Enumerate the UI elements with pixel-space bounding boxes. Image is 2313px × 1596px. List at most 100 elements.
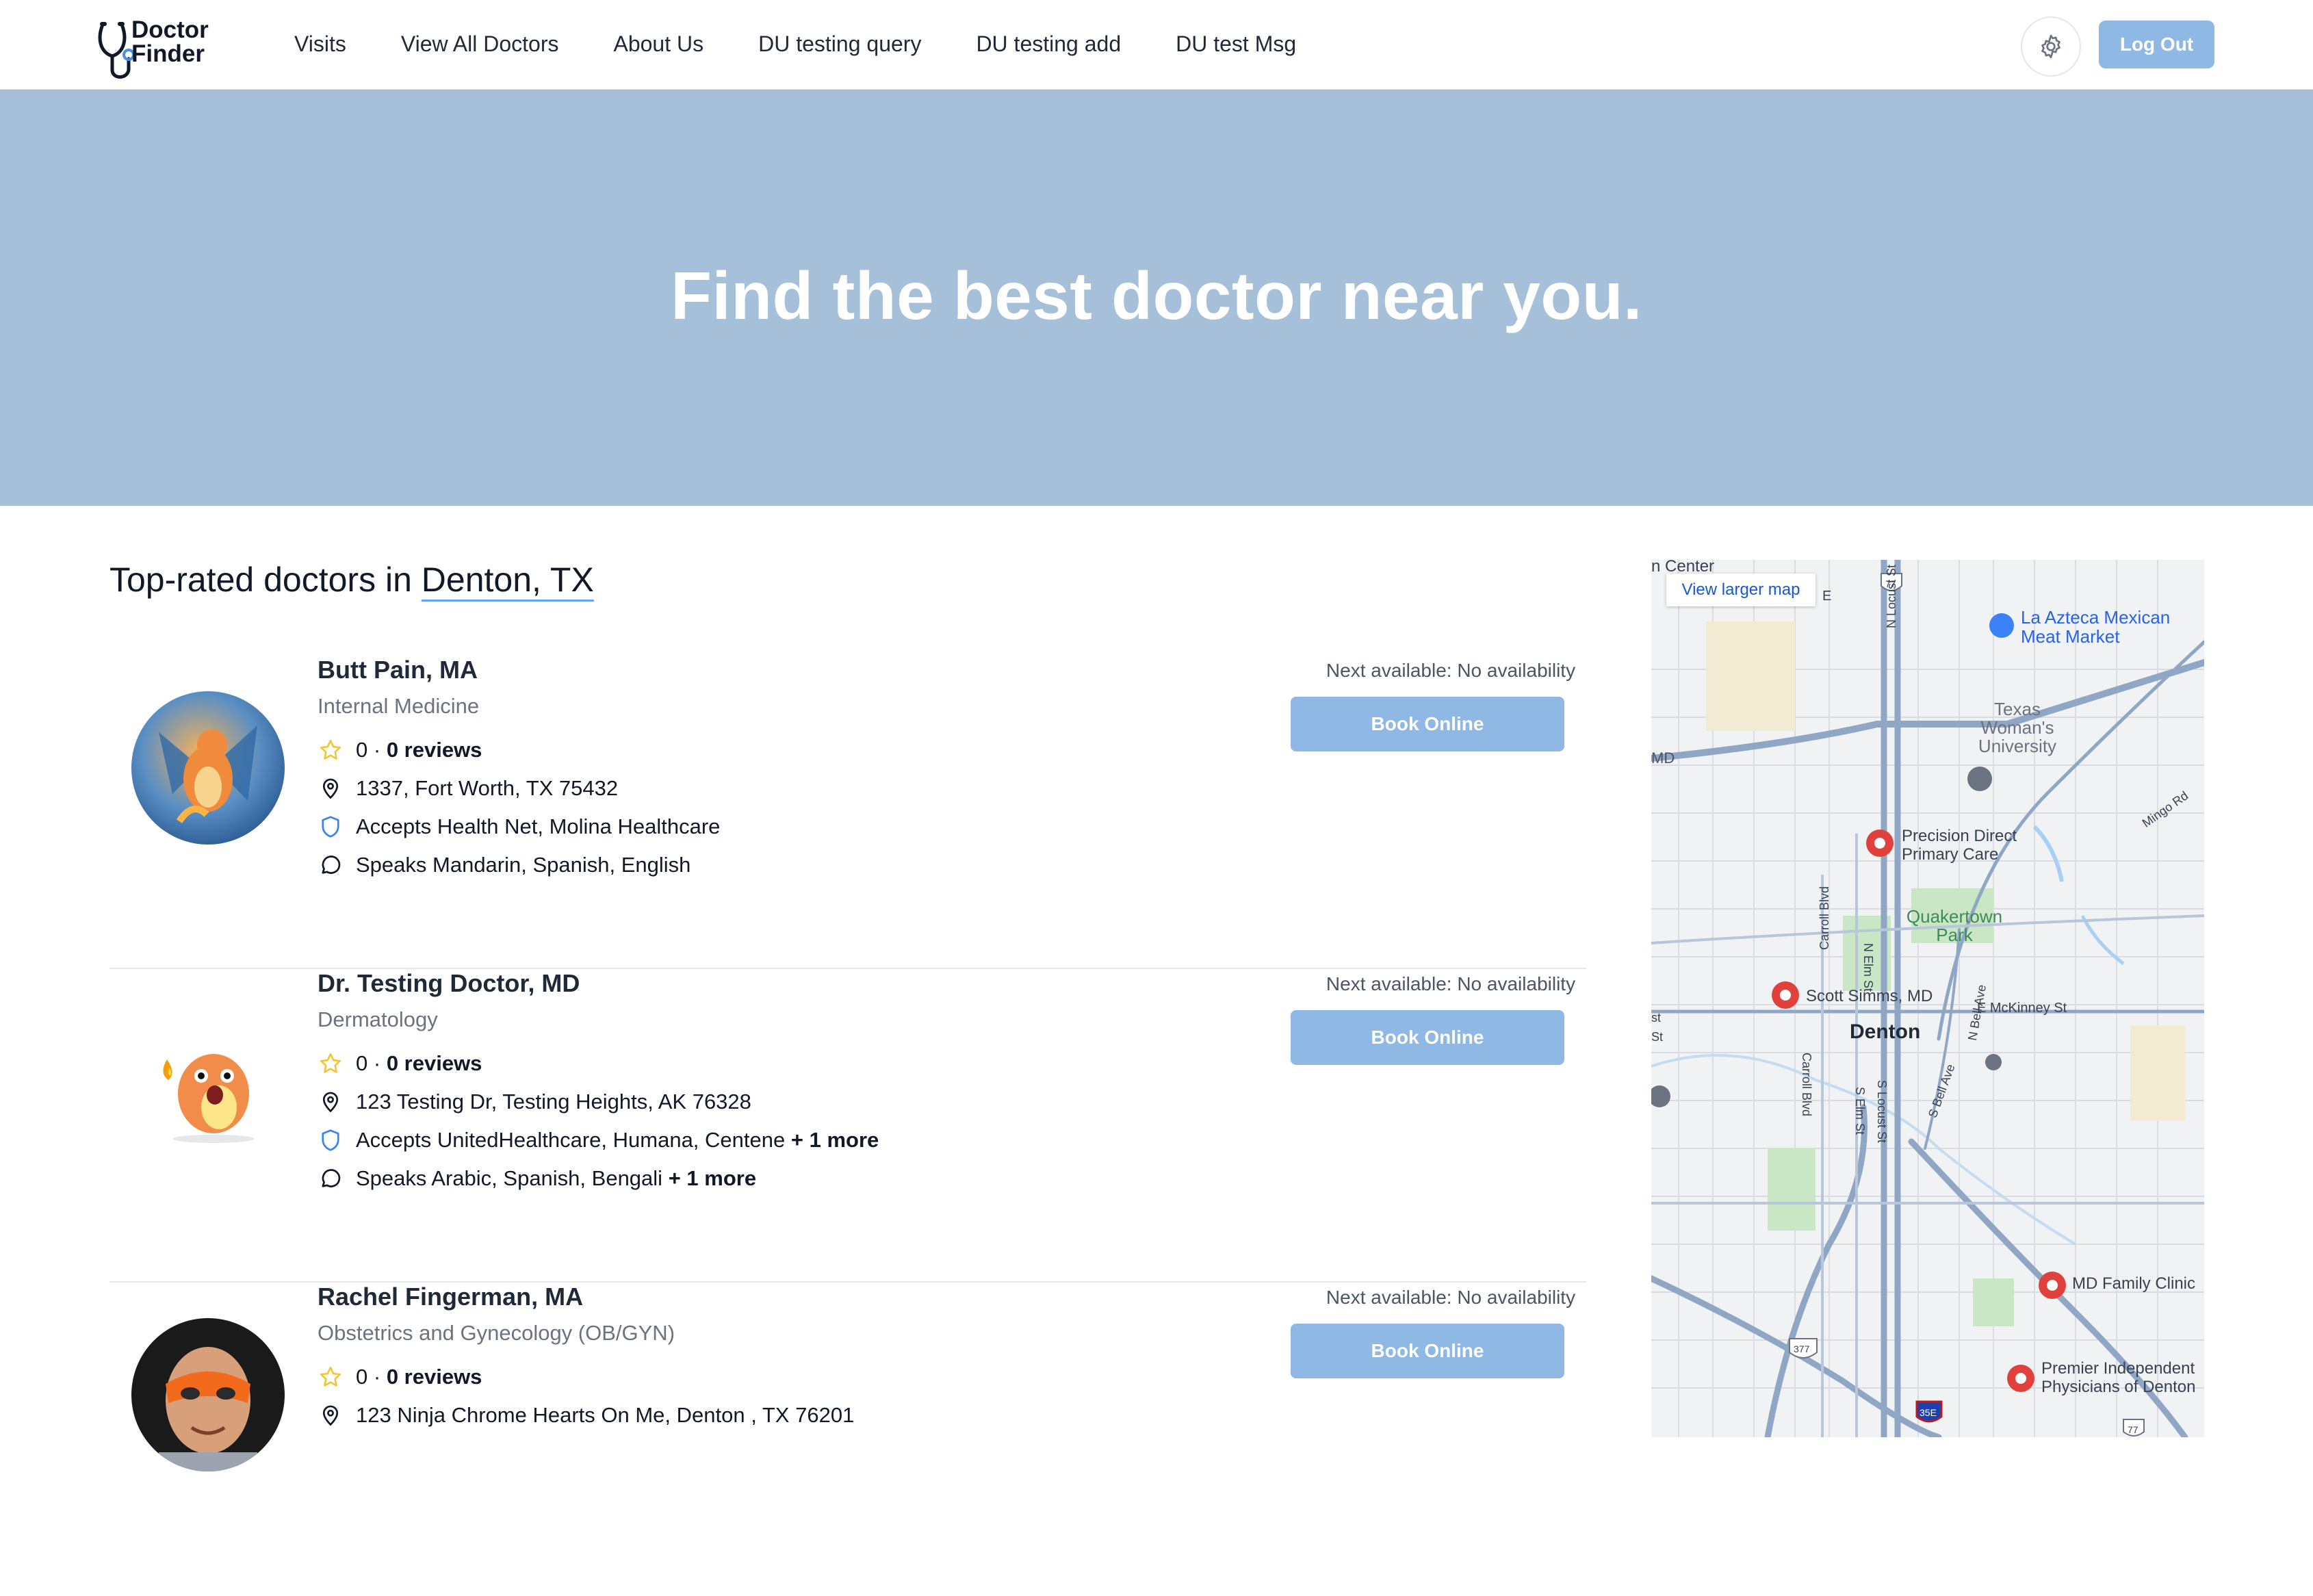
doctor-specialty: Obstetrics and Gynecology (OB/GYN): [318, 1321, 675, 1345]
rating-row: 0 · 0 reviews: [318, 1044, 879, 1083]
next-available: Next available: No availability: [1326, 973, 1576, 994]
map-label-precision-direct[interactable]: Precision Direct Primary Care: [1902, 827, 2039, 864]
rating-separator: ·: [367, 1051, 387, 1075]
embedded-map[interactable]: View larger map n Center E La Azteca Mex…: [1651, 560, 2204, 1437]
nav-link-du-testing-query[interactable]: DU testing query: [758, 31, 921, 57]
logo-text: Doctor Finder: [131, 18, 209, 66]
doctor-info: Rachel Fingerman, MA Obstetrics and Gyne…: [318, 1283, 854, 1434]
doctor-insurance: Accepts Health Net, Molina Healthcare: [356, 814, 721, 838]
view-larger-map-link[interactable]: View larger map: [1666, 574, 1815, 606]
doctor-avatar[interactable]: [131, 1318, 285, 1471]
nav-links: Visits View All Doctors About Us DU test…: [294, 31, 1351, 57]
logo-line-2: Finder: [131, 40, 205, 67]
doctor-info: Butt Pain, MA Internal Medicine 0 · 0 re…: [318, 656, 720, 884]
star-icon: [318, 1051, 344, 1077]
languages-more-link[interactable]: + 1 more: [669, 1166, 756, 1191]
map-label-e: E: [1822, 589, 1832, 604]
section-title-prefix: Top-rated doctors in: [109, 561, 422, 599]
nav-link-du-test-msg[interactable]: DU test Msg: [1176, 31, 1296, 57]
doctor-name[interactable]: Dr. Testing Doctor, MD: [318, 969, 879, 998]
doctor-finder-logo[interactable]: Doctor Finder: [97, 18, 234, 81]
review-count[interactable]: 0 reviews: [387, 1365, 482, 1389]
map-label-quakertown-park[interactable]: Quakertown Park: [1889, 908, 2019, 944]
location-link[interactable]: Denton, TX: [422, 561, 594, 599]
map-street-s-elm: S Elm St: [1853, 1087, 1867, 1135]
map-label-premier[interactable]: Premier Independent Physicians of Denton: [2041, 1359, 2204, 1396]
review-count[interactable]: 0 reviews: [387, 738, 482, 762]
map-label-md: MD: [1651, 749, 1675, 767]
rating-row: 0 · 0 reviews: [318, 1358, 854, 1396]
insurance-row: Accepts UnitedHealthcare, Humana, Centen…: [318, 1121, 879, 1159]
map-label-mckinney: E McKinney St: [1977, 1001, 2067, 1016]
hero-title: Find the best doctor near you.: [671, 258, 1642, 333]
doctor-avatar[interactable]: [131, 691, 285, 845]
shield-icon: [318, 1127, 344, 1153]
rating-row: 0 · 0 reviews: [318, 731, 720, 769]
doctor-avatar[interactable]: [131, 1005, 285, 1158]
review-count[interactable]: 0 reviews: [387, 1051, 482, 1076]
doctor-card: Butt Pain, MA Internal Medicine 0 · 0 re…: [109, 656, 1586, 969]
map-label-center: n Center: [1651, 560, 1715, 576]
star-icon: [318, 737, 344, 763]
map-label-st-2: St: [1651, 1030, 1664, 1044]
doctor-specialty: Dermatology: [318, 1007, 438, 1031]
doctor-card: Rachel Fingerman, MA Obstetrics and Gyne…: [109, 1283, 1586, 1596]
nav-link-visits[interactable]: Visits: [294, 31, 346, 57]
speech-bubble-icon: [318, 1166, 344, 1192]
map-street-s-locust: S Locust St: [1875, 1080, 1889, 1144]
rating-value: 0: [356, 1365, 368, 1389]
map-label-md-family-clinic[interactable]: MD Family Clinic: [2072, 1274, 2195, 1293]
nav-link-du-testing-add[interactable]: DU testing add: [976, 31, 1121, 57]
map-street-n-elm: N Elm St: [1861, 943, 1875, 992]
avatar-image: [131, 691, 285, 845]
doctor-name[interactable]: Butt Pain, MA: [318, 656, 720, 684]
rating-value: 0: [356, 1051, 368, 1075]
doctor-insurance: Accepts UnitedHealthcare, Humana, Centen…: [356, 1128, 786, 1152]
map-label-aztec[interactable]: La Azteca Mexican Meat Market: [2021, 608, 2192, 646]
map-label-denton: Denton: [1850, 1020, 1921, 1043]
location-pin-icon: [318, 1089, 344, 1115]
top-nav: Doctor Finder Visits View All Doctors Ab…: [0, 0, 2313, 90]
doctor-card: Dr. Testing Doctor, MD Dermatology 0 · 0…: [109, 969, 1586, 1283]
address-row: 123 Testing Dr, Testing Heights, AK 7632…: [318, 1083, 879, 1121]
nav-link-view-all-doctors[interactable]: View All Doctors: [401, 31, 559, 57]
avatar-image: [131, 1318, 285, 1471]
star-icon: [318, 1364, 344, 1390]
log-out-button[interactable]: Log Out: [2099, 21, 2214, 68]
logo-line-1: Doctor: [131, 16, 209, 43]
map-shield-377: 377: [1794, 1343, 1810, 1354]
map-shield-77-north: 77: [1885, 578, 1896, 589]
gear-icon: [2041, 34, 2060, 59]
languages-row: Speaks Arabic, Spanish, Bengali + 1 more: [318, 1159, 879, 1198]
hero-banner: Find the best doctor near you.: [0, 90, 2313, 506]
map-shield-35e: 35E: [1920, 1407, 1937, 1418]
map-label-twu[interactable]: Texas Woman's University: [1959, 700, 2076, 756]
map-shield-77-south: 77: [2128, 1424, 2138, 1435]
doctor-name[interactable]: Rachel Fingerman, MA: [318, 1283, 854, 1311]
settings-button[interactable]: [2021, 16, 2081, 77]
insurance-more-link[interactable]: + 1 more: [791, 1128, 879, 1153]
section-title: Top-rated doctors in Denton, TX: [109, 560, 594, 600]
location-pin-icon: [318, 1402, 344, 1428]
doctor-info: Dr. Testing Doctor, MD Dermatology 0 · 0…: [318, 969, 879, 1198]
insurance-row: Accepts Health Net, Molina Healthcare: [318, 808, 720, 846]
next-available: Next available: No availability: [1326, 660, 1576, 681]
book-online-button[interactable]: Book Online: [1291, 1010, 1564, 1065]
map-street-n-locust: N Locust St: [1885, 564, 1898, 628]
avatar-image: [131, 1005, 285, 1158]
book-online-button[interactable]: Book Online: [1291, 1324, 1564, 1378]
address-row: 1337, Fort Worth, TX 75432: [318, 769, 720, 808]
book-online-button[interactable]: Book Online: [1291, 697, 1564, 751]
doctor-address: 123 Testing Dr, Testing Heights, AK 7632…: [356, 1090, 751, 1114]
doctor-languages: Speaks Mandarin, Spanish, English: [356, 853, 691, 877]
doctor-specialty: Internal Medicine: [318, 694, 480, 718]
nav-link-about-us[interactable]: About Us: [613, 31, 703, 57]
speech-bubble-icon: [318, 852, 344, 878]
map-street-carroll-n: Carroll Blvd: [1818, 886, 1831, 950]
address-row: 123 Ninja Chrome Hearts On Me, Denton , …: [318, 1396, 854, 1434]
doctor-address: 123 Ninja Chrome Hearts On Me, Denton , …: [356, 1403, 855, 1427]
rating-separator: ·: [367, 1365, 387, 1389]
doctor-languages: Speaks Arabic, Spanish, Bengali: [356, 1166, 663, 1190]
map-street-carroll-s: Carroll Blvd: [1800, 1053, 1813, 1117]
next-available: Next available: No availability: [1326, 1287, 1576, 1308]
